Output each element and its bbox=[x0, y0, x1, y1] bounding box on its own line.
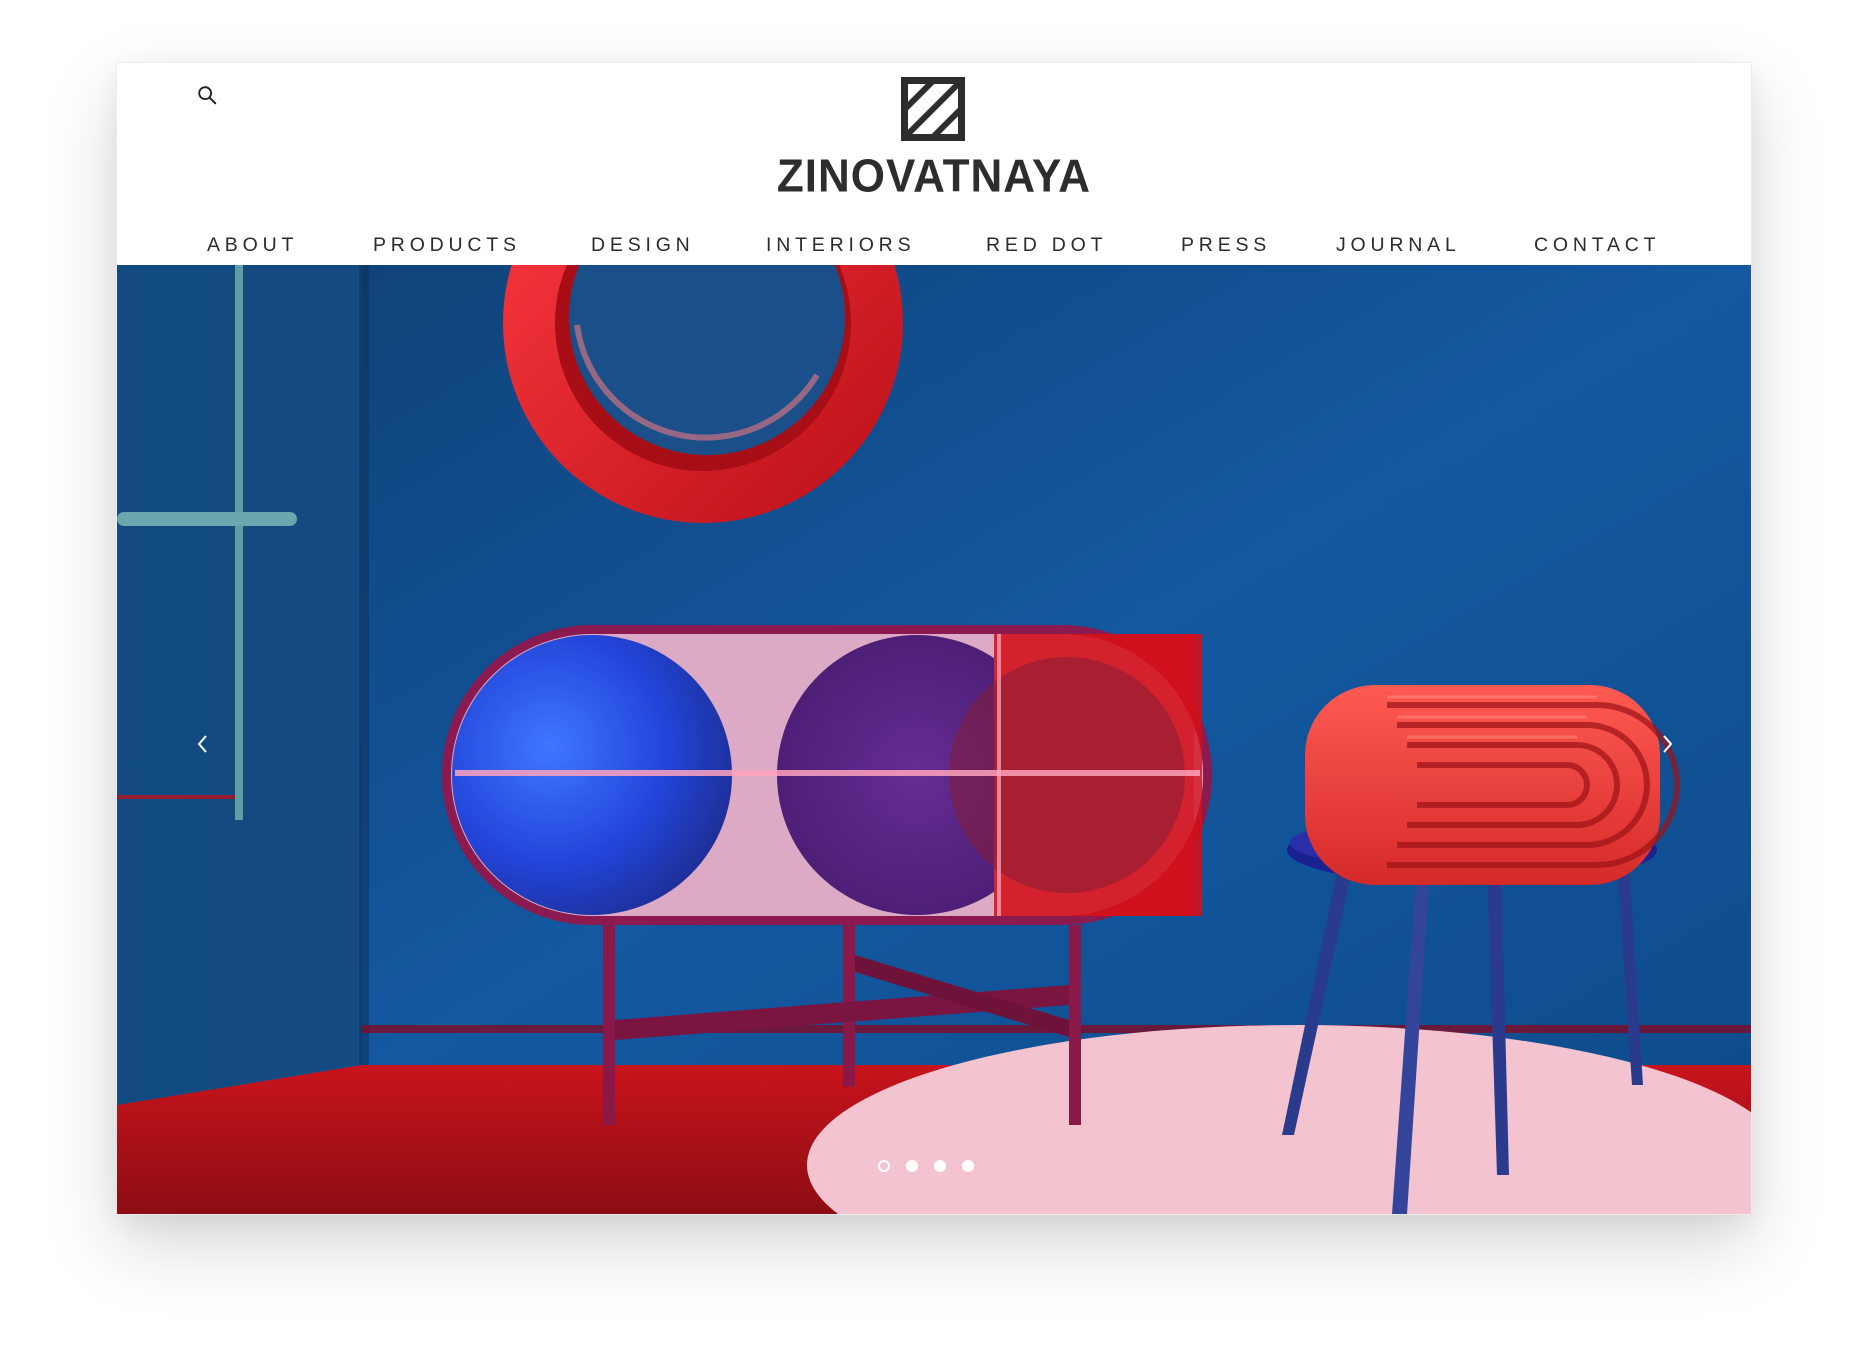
slider-dot-3[interactable] bbox=[934, 1160, 946, 1172]
slider-pagination bbox=[878, 1160, 974, 1174]
slider-next-button[interactable] bbox=[1647, 724, 1687, 764]
chevron-left-icon bbox=[197, 735, 207, 753]
chevron-right-icon bbox=[1663, 735, 1673, 753]
site-header: ZINOVATNAYA ABOUT PRODUCTS DESIGN INTERI… bbox=[117, 63, 1751, 265]
hero-slider bbox=[117, 265, 1751, 1214]
nav-item-red-dot[interactable]: RED DOT bbox=[986, 230, 1107, 260]
slider-dot-1[interactable] bbox=[878, 1160, 890, 1172]
hero-image bbox=[117, 265, 1751, 1214]
logo-icon[interactable] bbox=[899, 75, 967, 143]
nav-item-journal[interactable]: JOURNAL bbox=[1336, 230, 1461, 260]
search-icon bbox=[198, 86, 217, 105]
nav-item-products[interactable]: PRODUCTS bbox=[373, 230, 521, 260]
search-button[interactable] bbox=[191, 79, 223, 111]
browser-frame: ZINOVATNAYA ABOUT PRODUCTS DESIGN INTERI… bbox=[116, 62, 1752, 1215]
nav-item-design[interactable]: DESIGN bbox=[591, 230, 695, 260]
nav-item-interiors[interactable]: INTERIORS bbox=[766, 230, 915, 260]
main-nav: ABOUT PRODUCTS DESIGN INTERIORS RED DOT … bbox=[117, 230, 1751, 260]
nav-item-about[interactable]: ABOUT bbox=[207, 230, 298, 260]
nav-item-contact[interactable]: CONTACT bbox=[1534, 230, 1660, 260]
slider-dot-4[interactable] bbox=[962, 1160, 974, 1172]
slider-dot-2[interactable] bbox=[906, 1160, 918, 1172]
brand-wordmark[interactable]: ZINOVATNAYA bbox=[117, 153, 1751, 200]
slider-prev-button[interactable] bbox=[183, 724, 223, 764]
nav-item-press[interactable]: PRESS bbox=[1181, 230, 1271, 260]
